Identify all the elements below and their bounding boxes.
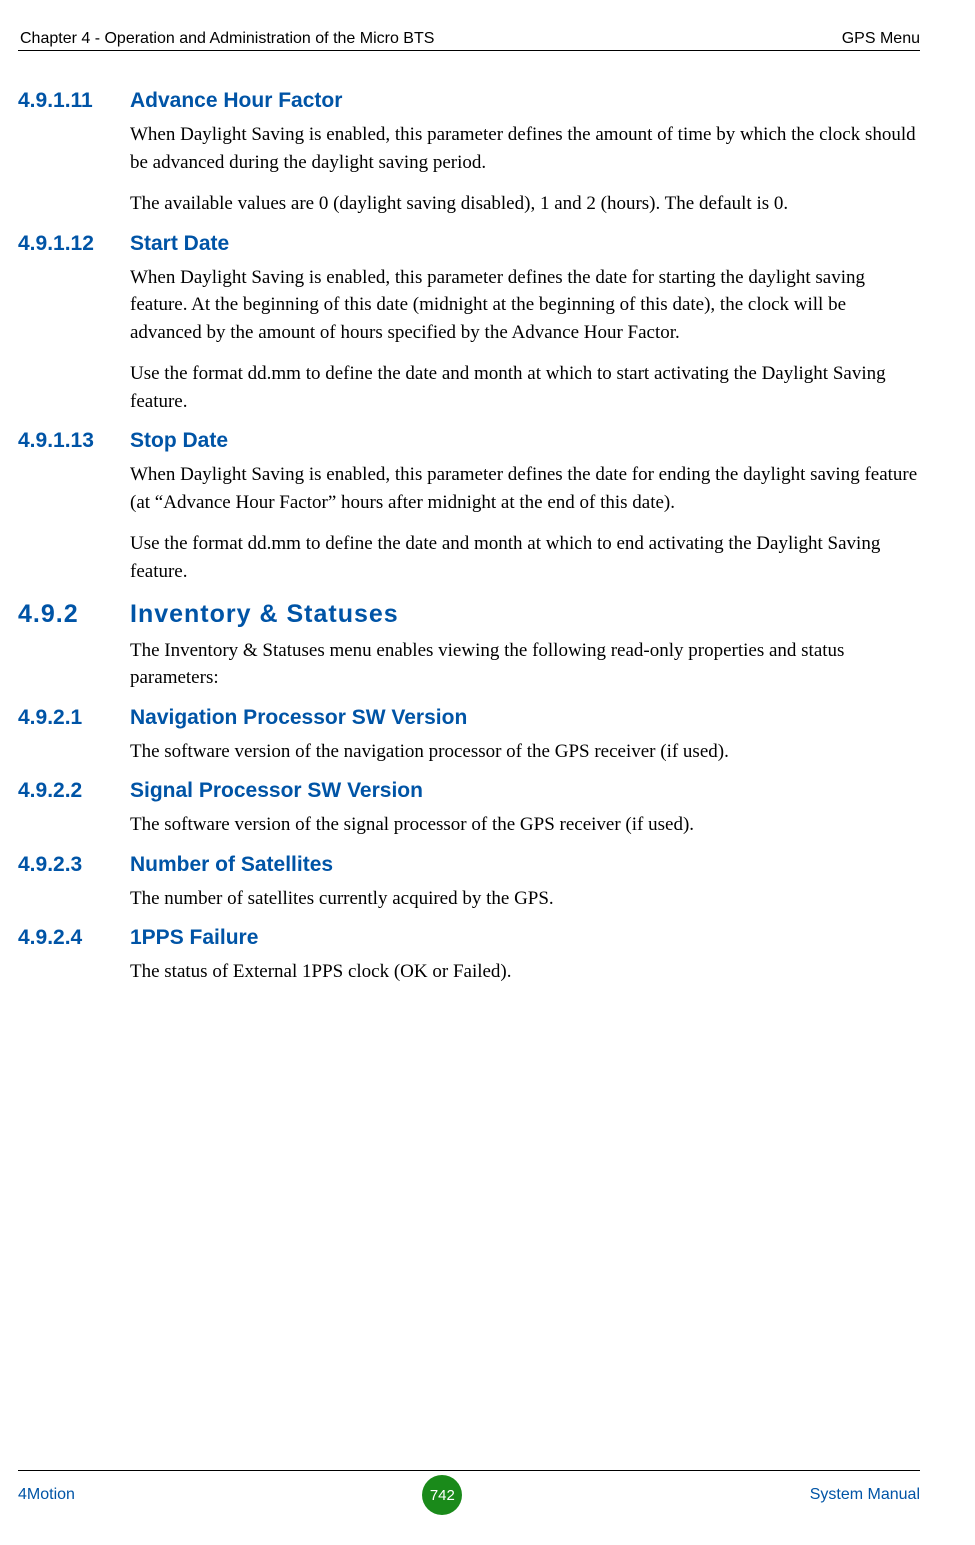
heading-number: 4.9.1.11 — [18, 89, 130, 113]
body-paragraph: The available values are 0 (daylight sav… — [130, 190, 920, 218]
heading-number: 4.9.2.1 — [18, 706, 130, 730]
heading-number: 4.9.2.4 — [18, 926, 130, 950]
heading-row: 4.9.1.12Start Date — [18, 232, 920, 256]
body-paragraph: Use the format dd.mm to define the date … — [130, 530, 920, 585]
section: 4.9.2.1Navigation Processor SW Version Th… — [18, 706, 920, 766]
footer-left: 4Motion — [18, 1486, 75, 1504]
section: 4.9.2.41PPS Failure The status of Externa… — [18, 926, 920, 986]
body-paragraph: When Daylight Saving is enabled, this pa… — [130, 121, 920, 176]
heading-title: Signal Processor SW Version — [130, 779, 423, 803]
heading-title: 1PPS Failure — [130, 926, 258, 950]
content-area: 4.9.1.11Advance Hour Factor When Daylight… — [18, 89, 920, 986]
heading-title: Navigation Processor SW Version — [130, 706, 467, 730]
body-paragraph: The number of satellites currently acqui… — [130, 885, 920, 913]
heading-number: 4.9.1.12 — [18, 232, 130, 256]
section: 4.9.1.12Start Date When Daylight Saving i… — [18, 232, 920, 416]
section: 4.9.1.13Stop Date When Daylight Saving is… — [18, 429, 920, 585]
heading-number: 4.9.2 — [18, 600, 130, 629]
page-number-badge: 742 — [422, 1475, 462, 1515]
heading-number: 4.9.2.3 — [18, 853, 130, 877]
page-header: Chapter 4 - Operation and Administration… — [18, 30, 920, 51]
header-left: Chapter 4 - Operation and Administration… — [20, 30, 434, 48]
heading-row: 4.9.2Inventory & Statuses — [18, 600, 920, 629]
heading-row: 4.9.2.41PPS Failure — [18, 926, 920, 950]
body-paragraph: The software version of the navigation p… — [130, 738, 920, 766]
heading-row: 4.9.2.3Number of Satellites — [18, 853, 920, 877]
footer-right: System Manual — [810, 1486, 920, 1504]
heading-title: Advance Hour Factor — [130, 89, 342, 113]
page-footer: 4Motion 742 System Manual — [18, 1470, 920, 1515]
header-right: GPS Menu — [842, 30, 920, 48]
heading-row: 4.9.2.1Navigation Processor SW Version — [18, 706, 920, 730]
section: 4.9.2.3Number of Satellites The number of… — [18, 853, 920, 913]
heading-row: 4.9.1.11Advance Hour Factor — [18, 89, 920, 113]
heading-title: Number of Satellites — [130, 853, 333, 877]
heading-title: Start Date — [130, 232, 229, 256]
body-paragraph: When Daylight Saving is enabled, this pa… — [130, 461, 920, 516]
heading-number: 4.9.2.2 — [18, 779, 130, 803]
heading-row: 4.9.1.13Stop Date — [18, 429, 920, 453]
page-container: Chapter 4 - Operation and Administration… — [0, 0, 975, 986]
body-paragraph: When Daylight Saving is enabled, this pa… — [130, 264, 920, 347]
heading-title: Inventory & Statuses — [130, 600, 399, 629]
heading-number: 4.9.1.13 — [18, 429, 130, 453]
section: 4.9.2.2Signal Processor SW Version The so… — [18, 779, 920, 839]
section: 4.9.1.11Advance Hour Factor When Daylight… — [18, 89, 920, 218]
body-paragraph: The software version of the signal proce… — [130, 811, 920, 839]
body-paragraph: The Inventory & Statuses menu enables vi… — [130, 637, 920, 692]
body-paragraph: Use the format dd.mm to define the date … — [130, 360, 920, 415]
section: 4.9.2Inventory & Statuses The Inventory &… — [18, 600, 920, 692]
heading-row: 4.9.2.2Signal Processor SW Version — [18, 779, 920, 803]
body-paragraph: The status of External 1PPS clock (OK or… — [130, 958, 920, 986]
heading-title: Stop Date — [130, 429, 228, 453]
